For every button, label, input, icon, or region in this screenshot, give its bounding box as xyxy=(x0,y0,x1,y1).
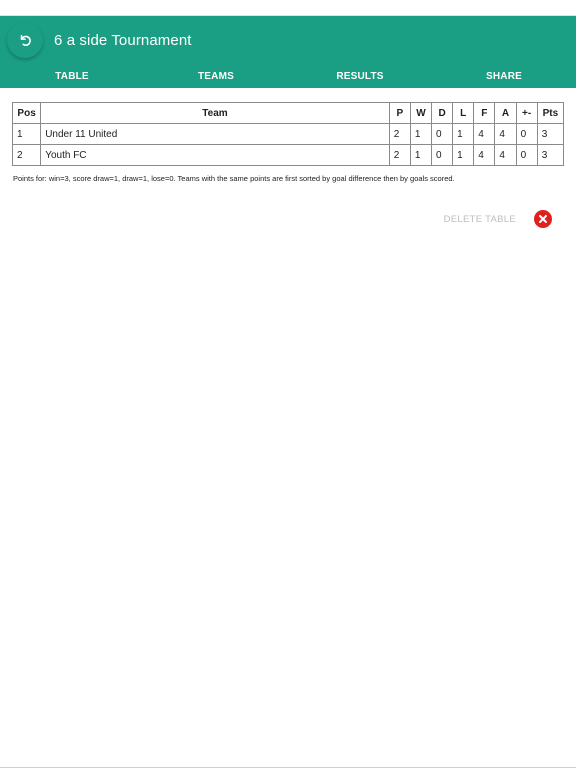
table-row[interactable]: 2 Youth FC 2 1 0 1 4 4 0 3 xyxy=(11,144,565,166)
cell-won: 1 xyxy=(409,144,433,166)
status-bar xyxy=(0,0,576,16)
column-header-pos: Pos xyxy=(11,102,42,124)
cell-team: Youth FC xyxy=(40,144,390,166)
delete-table-button[interactable]: DELETE TABLE xyxy=(444,214,516,225)
column-header-lost: L xyxy=(452,102,475,124)
tab-teams[interactable]: TEAMS xyxy=(144,71,288,82)
cell-points: 3 xyxy=(536,123,565,145)
column-header-points: Pts xyxy=(536,102,565,124)
cell-for: 4 xyxy=(473,123,496,145)
page-title: 6 a side Tournament xyxy=(54,31,192,49)
cell-pos: 2 xyxy=(11,144,42,166)
cell-lost: 1 xyxy=(452,144,475,166)
cell-pos: 1 xyxy=(11,123,42,145)
cell-against: 4 xyxy=(494,144,517,166)
cell-points: 3 xyxy=(536,144,565,166)
tab-results[interactable]: RESULTS xyxy=(288,71,432,82)
cell-drawn: 0 xyxy=(430,123,454,145)
cell-team: Under 11 United xyxy=(40,123,390,145)
cell-lost: 1 xyxy=(452,123,475,145)
app-bar: 6 a side Tournament TABLE TEAMS RESULTS … xyxy=(0,16,576,88)
table-row[interactable]: 1 Under 11 United 2 1 0 1 4 4 0 3 xyxy=(11,123,565,145)
tab-bar: TABLE TEAMS RESULTS SHARE xyxy=(0,64,576,88)
back-button[interactable] xyxy=(7,22,43,58)
cell-played: 2 xyxy=(388,123,411,145)
standings-container: Pos Team P W D L F A +- Pts 1 Under 11 U… xyxy=(0,88,576,166)
cell-drawn: 0 xyxy=(430,144,454,166)
column-header-played: P xyxy=(388,102,411,124)
close-x-glyph xyxy=(539,215,547,223)
points-rules-note: Points for: win=3, score draw=1, draw=1,… xyxy=(13,174,455,183)
column-header-against: A xyxy=(494,102,517,124)
standings-table: Pos Team P W D L F A +- Pts 1 Under 11 U… xyxy=(11,102,565,166)
column-header-team: Team xyxy=(40,102,390,124)
cell-for: 4 xyxy=(473,144,496,166)
close-circle-icon[interactable] xyxy=(534,210,552,228)
cell-won: 1 xyxy=(409,123,433,145)
cell-played: 2 xyxy=(388,144,411,166)
delete-table-row: DELETE TABLE xyxy=(444,210,552,228)
tab-table[interactable]: TABLE xyxy=(0,71,144,82)
cell-goal-difference: 0 xyxy=(515,144,538,166)
cell-goal-difference: 0 xyxy=(515,123,538,145)
column-header-for: F xyxy=(473,102,496,124)
tab-share[interactable]: SHARE xyxy=(432,71,576,82)
column-header-goal-difference: +- xyxy=(515,102,538,124)
cell-against: 4 xyxy=(494,123,517,145)
column-header-won: W xyxy=(409,102,433,124)
undo-arrow-icon xyxy=(20,34,31,46)
column-header-drawn: D xyxy=(430,102,454,124)
table-header-row: Pos Team P W D L F A +- Pts xyxy=(11,102,565,124)
title-row: 6 a side Tournament xyxy=(0,16,576,64)
